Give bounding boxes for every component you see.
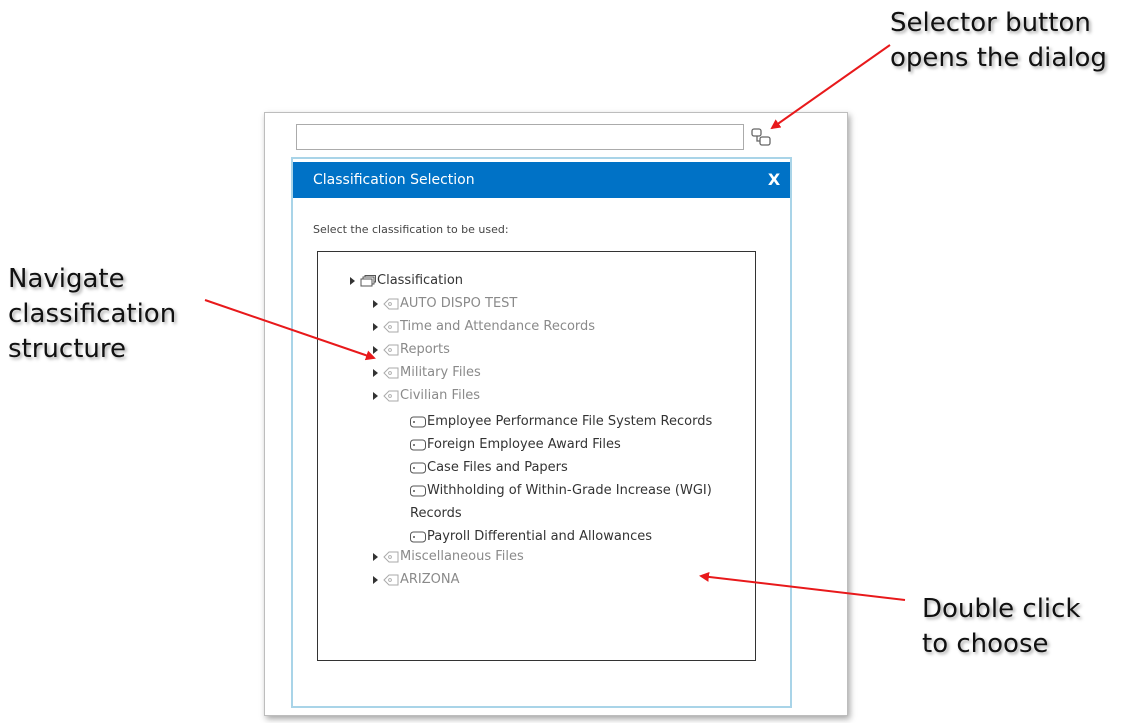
label-icon [410, 531, 426, 542]
tag-icon [383, 390, 399, 401]
triangle-right-icon[interactable] [350, 276, 355, 285]
callout-double-click-line-2: to choose [922, 629, 1049, 659]
tag-icon [383, 574, 399, 585]
tree-node-category[interactable]: AUTO DISPO TEST [373, 296, 517, 311]
tree-node-label: Case Files and Papers [427, 460, 568, 475]
classification-field[interactable] [296, 124, 744, 150]
label-icon [410, 485, 426, 496]
tag-icon [383, 344, 399, 355]
classification-tree[interactable]: Classification AUTO DISPO TEST Time and … [317, 251, 756, 661]
triangle-right-icon[interactable] [373, 345, 378, 354]
tree-node-label: Miscellaneous Files [400, 549, 524, 564]
tree-node-category[interactable]: ARIZONA [373, 572, 460, 587]
tree-node-label: Foreign Employee Award Files [427, 437, 621, 452]
close-button[interactable]: X [764, 170, 784, 190]
triangle-right-icon[interactable] [373, 299, 378, 308]
tree-node-leaf[interactable]: Payroll Differential and Allowances [410, 525, 652, 548]
stack-icon [360, 274, 376, 286]
callout-selector-line-1: Selector button [890, 8, 1091, 38]
tree-node-root[interactable]: Classification [350, 273, 463, 288]
tree-node-label: Employee Performance File System Records [427, 414, 713, 429]
tree-node-leaf[interactable]: Withholding of Within-Grade Increase (WG… [410, 479, 712, 502]
tree-node-category[interactable]: Time and Attendance Records [373, 319, 595, 334]
tree-node-label: Classification [377, 273, 464, 288]
callout-double-click-line-1: Double click [922, 594, 1081, 624]
triangle-right-icon[interactable] [373, 322, 378, 331]
triangle-right-icon[interactable] [373, 391, 378, 400]
tree-node-leaf[interactable]: Foreign Employee Award Files [410, 433, 621, 456]
tree-node-label: Civilian Files [400, 388, 481, 403]
triangle-right-icon[interactable] [373, 368, 378, 377]
tree-node-category[interactable]: Reports [373, 342, 450, 357]
tree-node-label: Time and Attendance Records [400, 319, 596, 334]
label-icon [410, 462, 426, 473]
classification-dialog: Classification Selection X Select the cl… [291, 157, 792, 708]
tree-node-category[interactable]: Miscellaneous Files [373, 549, 524, 564]
tree-node-category[interactable]: Military Files [373, 365, 481, 380]
tree-node-label: ARIZONA [400, 572, 460, 587]
tree-node-label: Payroll Differential and Allowances [427, 529, 652, 544]
label-icon [410, 416, 426, 427]
selector-icon [751, 128, 771, 146]
callout-selector-line-2: opens the dialog [890, 43, 1107, 73]
dialog-title: Classification Selection [313, 172, 475, 188]
tree-node-label: Records [410, 506, 462, 521]
dialog-titlebar: Classification Selection X [293, 162, 790, 198]
callout-double-click: Double click to choose [922, 592, 1081, 662]
tree-node-category[interactable]: Civilian Files [373, 388, 480, 403]
tree-node-leaf-continuation[interactable]: Records [410, 502, 462, 525]
tag-icon [383, 551, 399, 562]
callout-navigate: Navigate classification structure [8, 262, 176, 367]
triangle-right-icon[interactable] [373, 552, 378, 561]
callout-navigate-line-3: structure [8, 334, 126, 364]
callout-selector: Selector button opens the dialog [890, 6, 1107, 76]
tag-icon [383, 298, 399, 309]
tag-icon [383, 321, 399, 332]
tree-node-label: Withholding of Within-Grade Increase (WG… [427, 483, 712, 498]
tree-node-label: AUTO DISPO TEST [400, 296, 518, 311]
label-icon [410, 439, 426, 450]
callout-navigate-line-2: classification [8, 299, 177, 329]
instruction-text: Select the classification to be used: [313, 223, 509, 236]
tree-node-label: Military Files [400, 365, 481, 380]
tree-node-label: Reports [400, 342, 450, 357]
tree-node-leaf[interactable]: Case Files and Papers [410, 456, 568, 479]
callout-navigate-line-1: Navigate [8, 264, 125, 294]
tree-node-leaf[interactable]: Employee Performance File System Records [410, 410, 712, 433]
tag-icon [383, 367, 399, 378]
triangle-right-icon[interactable] [373, 575, 378, 584]
selector-button[interactable] [750, 124, 774, 150]
